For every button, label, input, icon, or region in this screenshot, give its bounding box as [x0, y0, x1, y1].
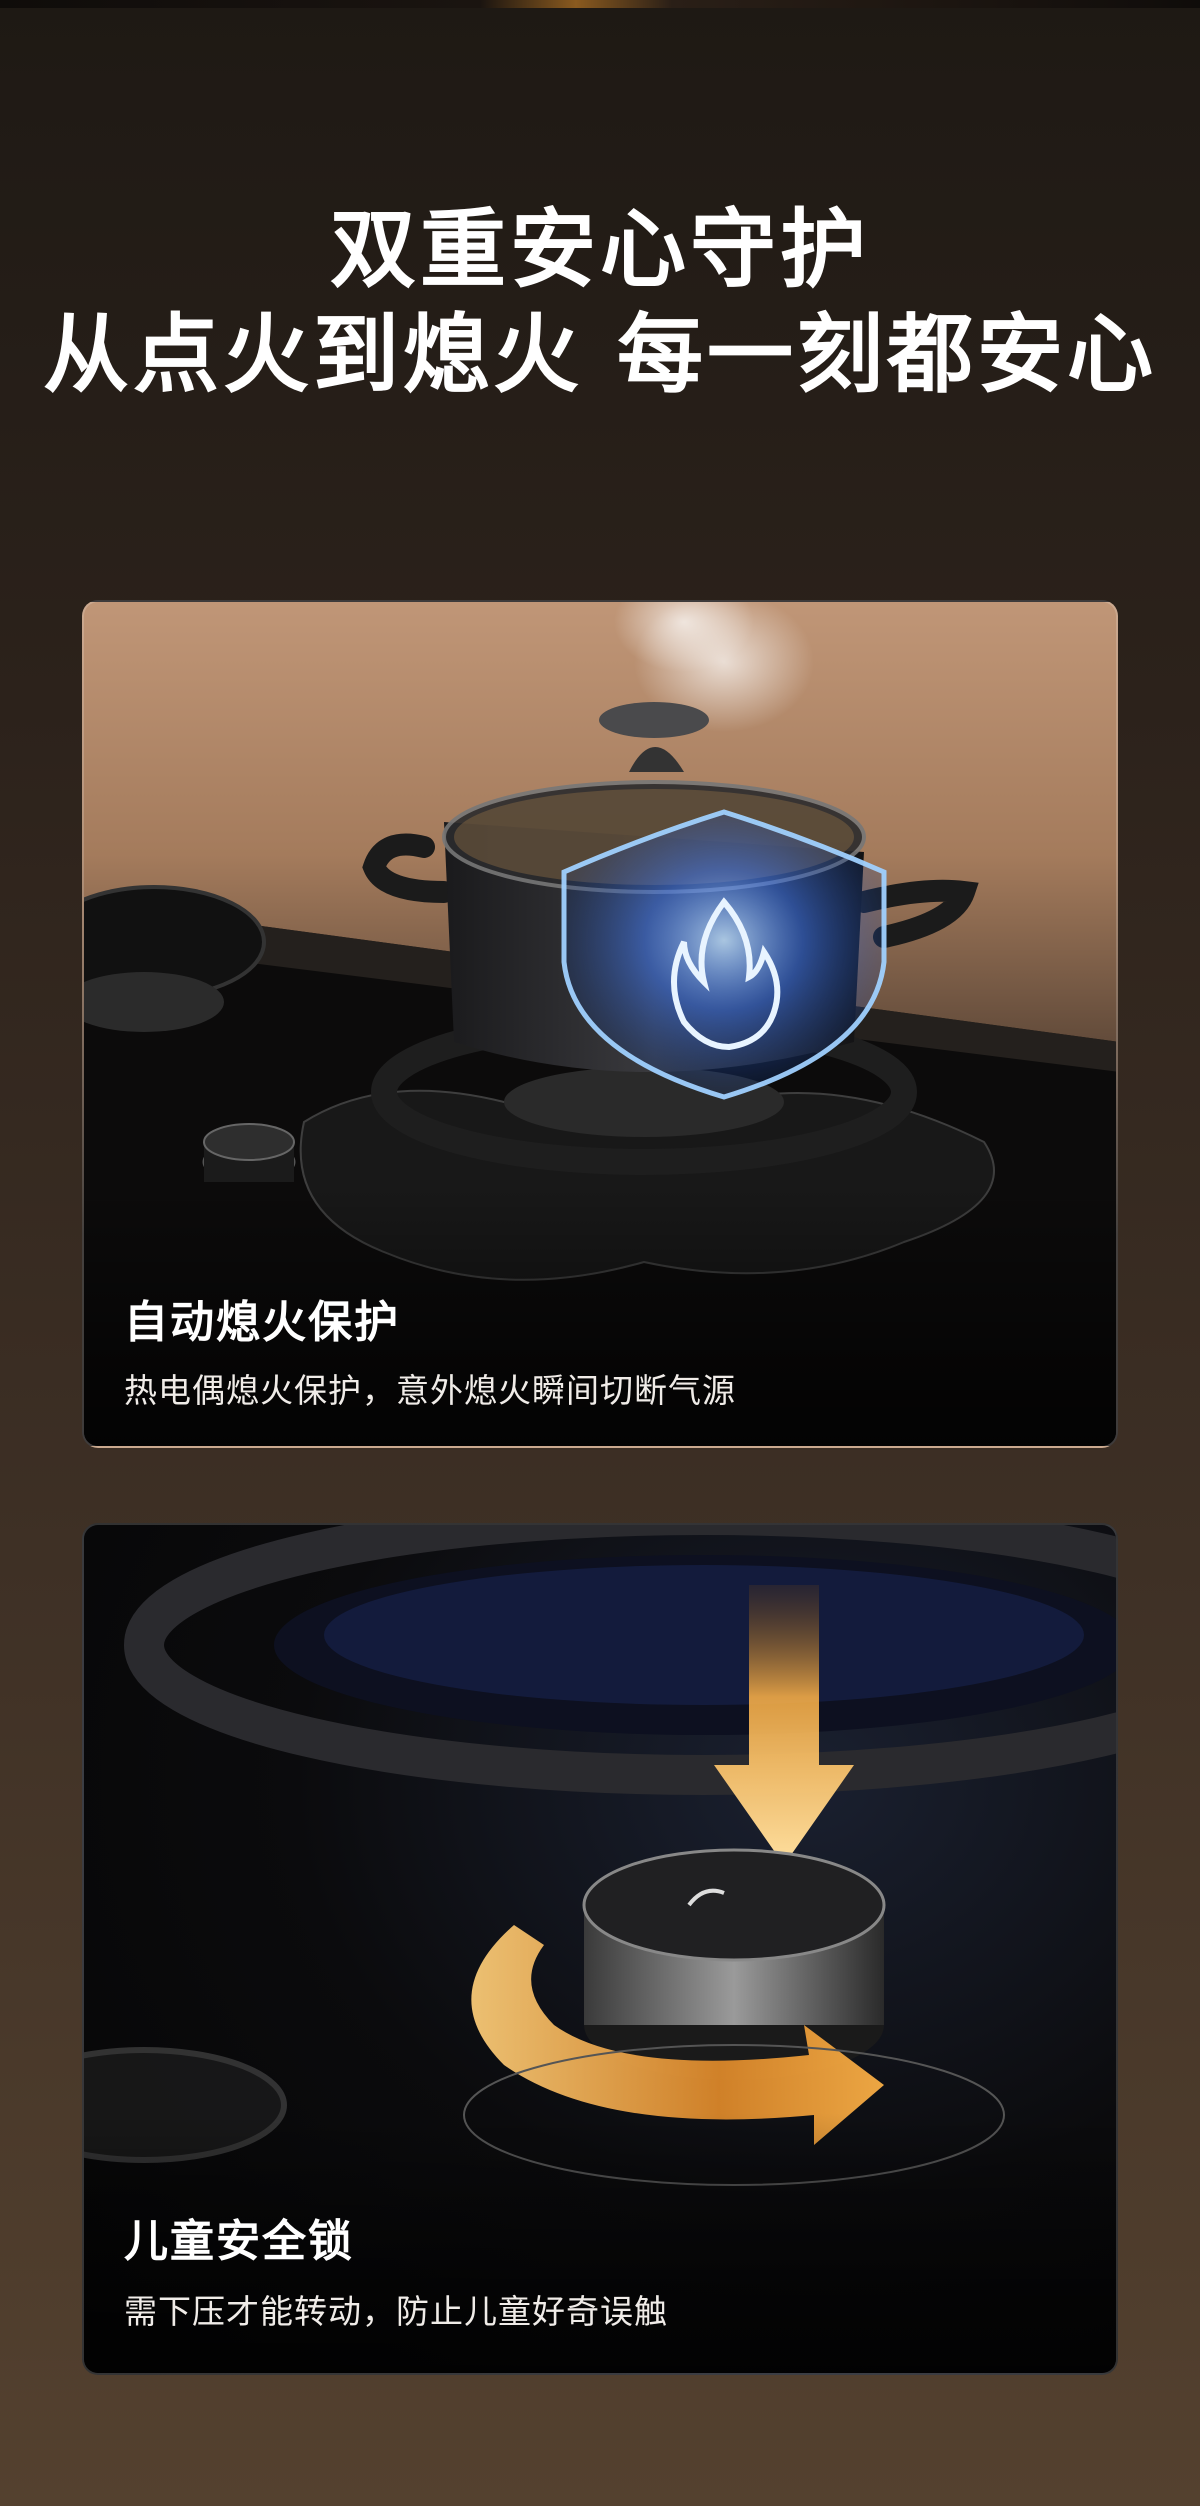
top-banner-strip [0, 0, 1200, 8]
headline-line-1: 双重安心守护 [330, 200, 870, 300]
feature-title: 自动熄火保护 [124, 1297, 400, 1348]
feature-description: 热电偶熄火保护，意外熄火瞬间切断气源 [124, 1371, 736, 1410]
feature-title: 儿童安全锁 [124, 2216, 354, 2267]
feature-description: 需下压才能转动，防止儿童好奇误触 [124, 2292, 668, 2331]
feature-card-flameout: 自动熄火保护 热电偶熄火保护，意外熄火瞬间切断气源 [82, 600, 1118, 1448]
headline-line-2: 从点火到熄火 每一刻都安心 [43, 305, 1157, 405]
feature-card-child-lock: 儿童安全锁 需下压才能转动，防止儿童好奇误触 [82, 1523, 1118, 2375]
